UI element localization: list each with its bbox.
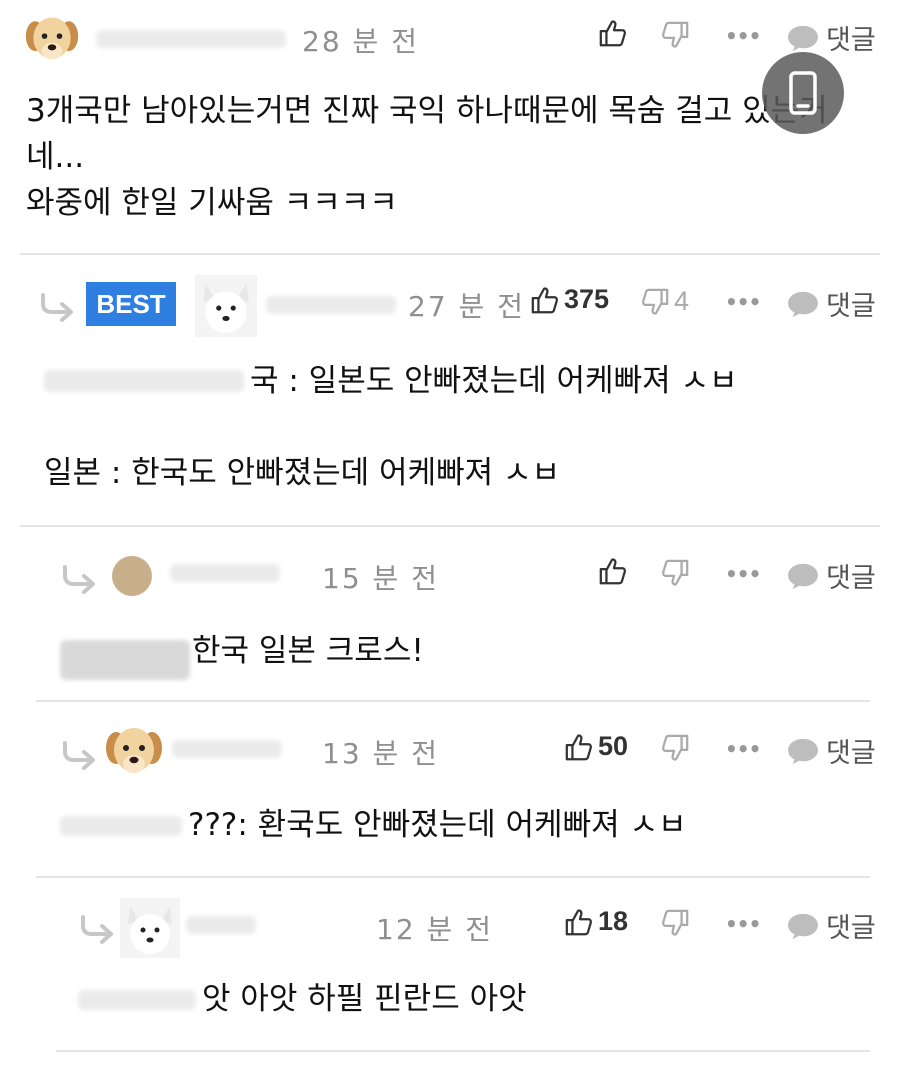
like-button[interactable]: 18 <box>564 906 628 937</box>
reply-label: 댓글 <box>826 738 876 769</box>
dislike-button[interactable] <box>660 908 690 938</box>
reply-arrow-icon <box>60 740 100 770</box>
white-dog-avatar-icon <box>193 275 259 337</box>
username-redacted <box>172 740 282 758</box>
dislike-button[interactable]: 4 <box>640 286 689 317</box>
comment-time: 15 분 전 <box>322 562 439 595</box>
speech-bubble-icon <box>786 290 820 318</box>
like-button[interactable]: 50 <box>564 731 628 762</box>
like-count: 375 <box>564 284 610 314</box>
reply-arrow-icon <box>38 292 78 322</box>
avatar[interactable] <box>24 10 80 66</box>
text-redacted <box>44 370 244 392</box>
puppy-avatar-icon <box>104 720 164 780</box>
like-button[interactable] <box>598 556 628 586</box>
reply-arrow-icon <box>78 914 118 944</box>
speech-bubble-icon <box>786 562 820 590</box>
floating-phone-button[interactable] <box>762 52 844 134</box>
comment-line: 와중에 한일 기싸움 ㅋㅋㅋㅋ <box>26 185 398 221</box>
username-redacted <box>266 296 396 314</box>
comment-line: 한국 일본 크로스! <box>192 633 424 669</box>
thumbs-up-icon <box>564 732 594 762</box>
comment-body: 3개국만 남아있는거면 진짜 국익 하나때문에 목숨 걸고 있는거 네... 와… <box>26 88 866 226</box>
text-redacted <box>78 990 196 1010</box>
puppy-avatar-icon <box>24 10 80 66</box>
more-button[interactable]: ••• <box>725 737 761 761</box>
username-redacted <box>186 916 256 934</box>
comment-line: 국 : 일본도 안빠졌는데 어케빠져 ㅅㅂ <box>250 363 738 399</box>
comment-time: 28 분 전 <box>302 25 419 58</box>
more-button[interactable]: ••• <box>725 290 761 314</box>
more-button[interactable]: ••• <box>725 562 761 586</box>
speech-bubble-icon <box>786 24 820 52</box>
avatar[interactable] <box>112 556 152 596</box>
avatar[interactable] <box>104 720 164 780</box>
avatar[interactable] <box>120 898 180 958</box>
reply-label: 댓글 <box>826 25 876 56</box>
comment-line: 앗 아앗 하필 핀란드 아앗 <box>202 981 527 1017</box>
divider <box>20 253 880 255</box>
reply-button[interactable]: 댓글 <box>786 284 876 323</box>
dislike-button[interactable] <box>660 20 690 50</box>
thumbs-down-icon <box>640 287 670 317</box>
divider <box>36 700 870 702</box>
comment-time: 13 분 전 <box>322 737 439 770</box>
reply-button[interactable]: 댓글 <box>786 556 876 595</box>
text-redacted <box>60 816 182 836</box>
comment-line: ???: 환국도 안빠졌는데 어케빠져 ㅅㅂ <box>188 807 687 843</box>
best-badge: BEST <box>86 282 176 326</box>
speech-bubble-icon <box>786 737 820 765</box>
thumbs-down-icon <box>660 20 690 50</box>
comment-line: 일본 : 한국도 안빠졌는데 어케빠져 ㅅㅂ <box>44 455 561 491</box>
like-count: 18 <box>598 906 629 936</box>
comment-line: 네... <box>26 139 85 175</box>
avatar[interactable] <box>193 275 259 337</box>
thumbs-up-icon <box>598 18 628 48</box>
like-count: 50 <box>598 731 629 761</box>
phone-icon <box>789 71 817 115</box>
reply-label: 댓글 <box>826 291 876 322</box>
thumbs-up-icon <box>598 556 628 586</box>
like-button[interactable] <box>598 18 628 48</box>
dislike-button[interactable] <box>660 733 690 763</box>
dislike-button[interactable] <box>660 558 690 588</box>
more-button[interactable]: ••• <box>725 24 761 48</box>
speech-bubble-icon <box>786 912 820 940</box>
like-button[interactable]: 375 <box>530 284 609 315</box>
reply-arrow-icon <box>60 564 100 594</box>
thumbs-down-icon <box>660 558 690 588</box>
white-dog-avatar-icon <box>120 898 180 958</box>
divider <box>36 876 870 878</box>
thumbs-down-icon <box>660 733 690 763</box>
reply-label: 댓글 <box>826 563 876 594</box>
username-redacted <box>170 564 280 582</box>
divider <box>56 1050 870 1052</box>
thumbs-down-icon <box>660 908 690 938</box>
comment-time: 12 분 전 <box>376 913 493 946</box>
username-redacted <box>96 30 286 48</box>
reply-button[interactable]: 댓글 <box>786 731 876 770</box>
reply-label: 댓글 <box>826 913 876 944</box>
comment-time: 27 분 전 <box>408 290 525 323</box>
divider <box>20 525 880 527</box>
thumbs-up-icon <box>564 907 594 937</box>
text-redacted <box>60 640 190 680</box>
comment-line: 3개국만 남아있는거면 진짜 국익 하나때문에 목숨 걸고 있는거 <box>26 93 828 129</box>
dislike-count: 4 <box>674 286 690 316</box>
reply-button[interactable]: 댓글 <box>786 906 876 945</box>
thumbs-up-icon <box>530 285 560 315</box>
more-button[interactable]: ••• <box>725 912 761 936</box>
